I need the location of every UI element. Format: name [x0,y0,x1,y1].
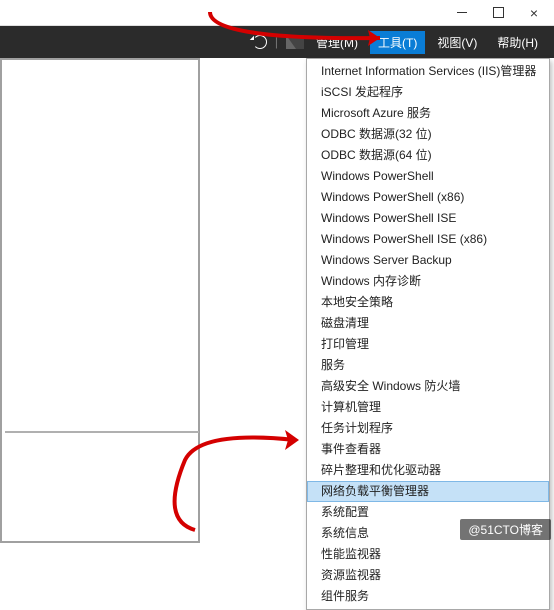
dropdown-item[interactable]: 打印管理 [307,334,549,355]
panel-divider [5,431,199,433]
dropdown-item[interactable]: iSCSI 发起程序 [307,82,549,103]
toolbar-separator: | [275,35,278,49]
dropdown-item[interactable]: 磁盘清理 [307,313,549,334]
dropdown-item[interactable]: ODBC 数据源(64 位) [307,145,549,166]
dropdown-item[interactable]: 事件查看器 [307,439,549,460]
dropdown-item[interactable]: 任务计划程序 [307,418,549,439]
menu-manage[interactable]: 管理(M) [308,31,366,54]
dropdown-item[interactable]: Windows Server Backup [307,250,549,271]
maximize-button[interactable] [480,1,516,25]
minimize-button[interactable] [444,1,480,25]
watermark: @51CTO博客 [460,519,551,540]
left-panel [0,58,200,543]
window-titlebar: × [0,0,554,26]
dropdown-item[interactable]: Internet Information Services (IIS)管理器 [307,61,549,82]
menu-view[interactable]: 视图(V) [429,31,485,54]
dropdown-item[interactable]: Windows PowerShell (x86) [307,187,549,208]
dropdown-item[interactable]: Windows PowerShell [307,166,549,187]
menu-tools[interactable]: 工具(T) [370,31,425,54]
dropdown-item[interactable]: 本地安全策略 [307,292,549,313]
main-toolbar: | 管理(M) 工具(T) 视图(V) 帮助(H) [0,26,554,58]
menu-help[interactable]: 帮助(H) [489,31,546,54]
dropdown-item[interactable]: 组件服务 [307,586,549,607]
dropdown-item[interactable]: Microsoft Azure 服务 [307,103,549,124]
dropdown-item[interactable]: 网络负载平衡管理器 [307,481,549,502]
dropdown-item[interactable]: ODBC 数据源(32 位) [307,124,549,145]
dropdown-item[interactable]: 计算机管理 [307,397,549,418]
dropdown-item[interactable]: Windows PowerShell ISE (x86) [307,229,549,250]
refresh-icon[interactable] [253,35,267,49]
dropdown-item[interactable]: 高级安全 Windows 防火墙 [307,376,549,397]
close-button[interactable]: × [516,1,552,25]
dropdown-item[interactable]: 资源监视器 [307,565,549,586]
dropdown-item[interactable]: 性能监视器 [307,544,549,565]
dropdown-item[interactable]: Windows PowerShell ISE [307,208,549,229]
dropdown-item[interactable]: 碎片整理和优化驱动器 [307,460,549,481]
notifications-flag-icon[interactable] [286,35,304,49]
dropdown-item[interactable]: Windows 内存诊断 [307,271,549,292]
dropdown-item[interactable]: 服务 [307,355,549,376]
